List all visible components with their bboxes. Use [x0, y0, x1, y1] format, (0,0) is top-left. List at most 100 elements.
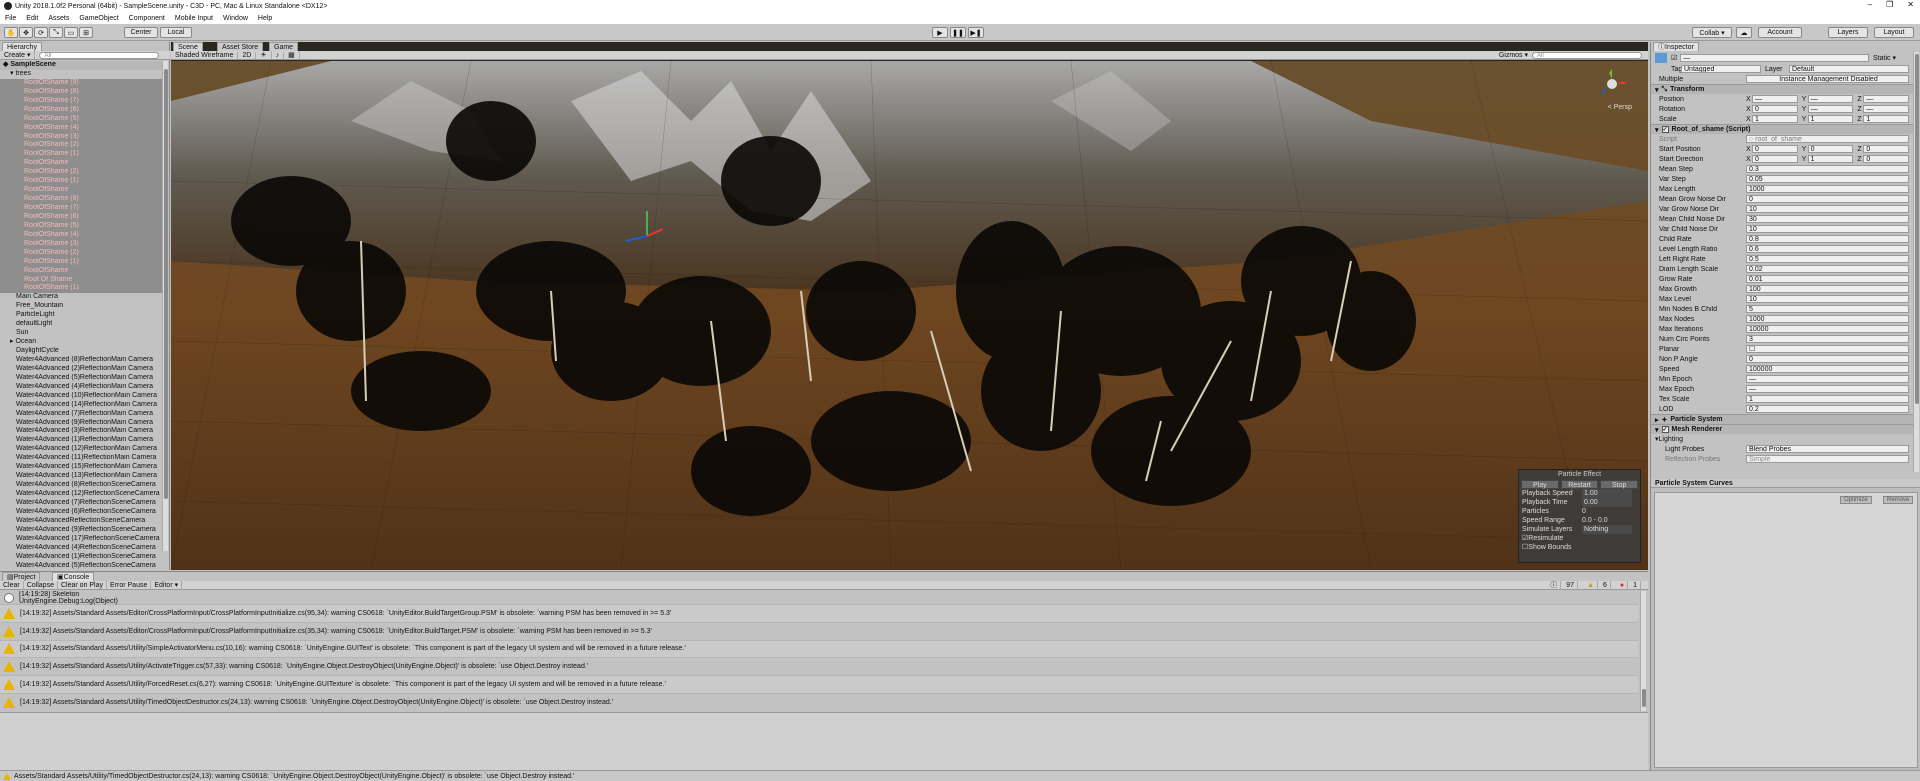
scrollbar-thumb[interactable] [164, 69, 168, 499]
transform-tool-icon[interactable]: ⊞ [79, 27, 93, 38]
hierarchy-item-tree[interactable]: RootOfShame (7) [0, 204, 162, 213]
minimize-button[interactable]: – [1868, 0, 1872, 9]
hierarchy-item[interactable]: ParticleLight [0, 311, 162, 320]
tab-hierarchy[interactable]: Hierarchy [2, 42, 42, 51]
hierarchy-item[interactable]: Water4Advanced (11)ReflectionMain Camera [0, 454, 162, 463]
hierarchy-item-tree[interactable]: RootOfShame (8) [0, 195, 162, 204]
hierarchy-item-tree[interactable]: RootOfShame (3) [0, 239, 162, 249]
hierarchy-item[interactable]: Water4Advanced (17)ReflectionSceneCamera [0, 535, 162, 544]
start-direction-fields[interactable]: X0Y1Z0 [1746, 155, 1910, 163]
field-input[interactable]: 0.3 [1746, 165, 1909, 173]
hierarchy-item[interactable]: DaylightCycle [0, 347, 162, 356]
play-button[interactable]: ▶ [932, 27, 948, 38]
hierarchy-item-tree[interactable]: RootOfShame (1) [0, 257, 162, 267]
hierarchy-item[interactable]: Water4Advanced (3)ReflectionMain Camera [0, 427, 162, 436]
hierarchy-item-tree[interactable]: RootOfShame (1) [0, 150, 162, 160]
scale-tool-icon[interactable]: ⤡ [49, 27, 63, 38]
hierarchy-item[interactable]: Water4Advanced (8)ReflectionMain Camera [0, 356, 162, 365]
rotation-fields[interactable]: X 0 Y — Z — [1746, 105, 1910, 113]
2d-toggle[interactable]: 2D [238, 51, 257, 59]
playback-time-field[interactable]: 0.00 [1582, 498, 1632, 507]
hierarchy-item-tree[interactable]: RootOfShame (5) [0, 114, 162, 124]
menu-component[interactable]: Component [124, 15, 170, 22]
layer-dropdown[interactable]: Default [1789, 65, 1909, 73]
hierarchy-item-tree[interactable]: RootOfShame (6) [0, 212, 162, 222]
maximize-button[interactable]: ❐ [1886, 0, 1893, 9]
scene-root-item[interactable]: ◆ SampleScene [0, 61, 162, 70]
hierarchy-item-tree[interactable]: RootOfShame (1) [0, 177, 162, 187]
menu-help[interactable]: Help [253, 15, 277, 22]
field-input[interactable]: 0.02 [1746, 265, 1909, 273]
hierarchy-item-tree[interactable]: RootOfShame (1) [0, 284, 162, 294]
start-position-fields[interactable]: X0Y0Z0 [1746, 145, 1910, 153]
menu-file[interactable]: File [0, 15, 21, 22]
scrollbar-thumb[interactable] [1642, 689, 1646, 707]
hierarchy-item[interactable]: Water4Advanced (6)ReflectionSceneCamera [0, 508, 162, 517]
hierarchy-item-tree[interactable]: RootOfShame (9) [0, 78, 162, 88]
error-pause-button[interactable]: Error Pause [107, 580, 152, 590]
hierarchy-item[interactable]: Sun [0, 329, 162, 338]
curves-editor-area[interactable]: Optimize Remove [1654, 492, 1918, 768]
hierarchy-item-tree[interactable]: Root Of Shame [0, 275, 162, 285]
script-reference-field[interactable]: ○ root_of_shame [1746, 135, 1909, 143]
warning-count-badge[interactable]: ▲ 6 [1581, 580, 1614, 590]
console-scrollbar[interactable] [1640, 591, 1646, 711]
reflection-probes-dropdown[interactable]: Simple [1746, 455, 1909, 463]
hierarchy-item-tree[interactable]: RootOfShame [0, 266, 162, 276]
field-input[interactable]: 1000 [1746, 315, 1909, 323]
hierarchy-item[interactable]: Main Camera [0, 293, 162, 302]
hierarchy-item-tree[interactable]: RootOfShame (5) [0, 221, 162, 231]
hierarchy-item-tree[interactable]: RootOfShame (2) [0, 141, 162, 151]
hierarchy-item[interactable]: Water4AdvancedReflectionSceneCamera [0, 517, 162, 526]
hierarchy-item[interactable]: Water4Advanced (10)ReflectionMain Camera [0, 392, 162, 401]
hierarchy-item[interactable]: Water4Advanced (7)ReflectionMain Camera [0, 410, 162, 419]
field-input[interactable]: 1 [1746, 395, 1909, 403]
hierarchy-item[interactable]: Water4Advanced (4)ReflectionMain Camera [0, 383, 162, 392]
scene-search-input[interactable]: All [1532, 51, 1642, 59]
scene-viewport[interactable]: < Persp [171, 61, 1648, 570]
hierarchy-search-input[interactable]: All [39, 51, 160, 59]
field-input[interactable]: ☐ [1746, 345, 1909, 353]
rotate-tool-icon[interactable]: ⟳ [34, 27, 48, 38]
hierarchy-item[interactable]: Water4Advanced (15)ReflectionMain Camera [0, 463, 162, 472]
hierarchy-item-tree[interactable]: RootOfShame (6) [0, 105, 162, 115]
scene-orientation-gizmo-icon[interactable] [1594, 67, 1630, 101]
status-bar[interactable]: Assets/Standard Assets/Utility/TimedObje… [0, 770, 1920, 781]
playback-speed-field[interactable]: 1.00 [1582, 489, 1632, 498]
field-input[interactable]: 100000 [1746, 365, 1909, 373]
field-input[interactable]: 10000 [1746, 325, 1909, 333]
console-detail-area[interactable] [0, 712, 1648, 770]
shading-mode-dropdown[interactable]: Shaded Wireframe [171, 51, 239, 59]
hierarchy-item-tree[interactable]: RootOfShame (7) [0, 96, 162, 106]
console-log-row[interactable]: [14:19:32] Assets/Standard Assets/Utilit… [0, 694, 1638, 711]
menu-gameobject[interactable]: GameObject [74, 15, 123, 22]
mesh-renderer-component-header[interactable]: ▾ ✓ Mesh Renderer [1651, 424, 1913, 434]
clear-on-play-button[interactable]: Clear on Play [58, 580, 108, 590]
pivot-center-toggle[interactable]: Center [124, 27, 158, 38]
hierarchy-item[interactable]: Water4Advanced (13)ReflectionMain Camera [0, 472, 162, 481]
hierarchy-item-trees[interactable]: ▾ trees [0, 70, 162, 79]
hierarchy-item[interactable]: Water4Advanced (1)ReflectionMain Camera [0, 436, 162, 445]
console-log-row[interactable]: [14:19:32] Assets/Standard Assets/Editor… [0, 623, 1638, 641]
hierarchy-item[interactable]: ▸ Ocean [0, 338, 162, 347]
field-input[interactable]: 0.01 [1746, 275, 1909, 283]
field-input[interactable]: 0.8 [1746, 235, 1909, 243]
collab-button[interactable]: Collab ▾ [1692, 27, 1732, 38]
step-button[interactable]: ▶❚ [968, 27, 984, 38]
hierarchy-item[interactable]: Water4Advanced (12)ReflectionSceneCamera [0, 490, 162, 499]
hierarchy-item-tree[interactable]: RootOfShame (2) [0, 248, 162, 258]
hierarchy-item[interactable]: Water4Advanced (7)ReflectionSceneCamera [0, 499, 162, 508]
hierarchy-item[interactable]: Water4Advanced (14)ReflectionMain Camera [0, 401, 162, 410]
field-input[interactable]: 10 [1746, 205, 1909, 213]
field-input[interactable]: 0.05 [1746, 175, 1909, 183]
optimize-button[interactable]: Optimize [1840, 496, 1872, 504]
hierarchy-item[interactable]: Water4Advanced (12)ReflectionMain Camera [0, 445, 162, 454]
menu-mobile-input[interactable]: Mobile Input [170, 15, 218, 22]
transform-component-header[interactable]: ▾ ⤡ Transform [1651, 84, 1913, 94]
move-tool-icon[interactable]: ✥ [19, 27, 33, 38]
effects-toggle-icon[interactable]: ▦ [284, 51, 300, 59]
tab-asset-store[interactable]: Asset Store [217, 42, 264, 51]
rect-tool-icon[interactable]: ▭ [64, 27, 78, 38]
particle-restart-button[interactable]: Restart [1560, 480, 1599, 489]
hierarchy-item-tree[interactable]: RootOfShame (2) [0, 168, 162, 178]
